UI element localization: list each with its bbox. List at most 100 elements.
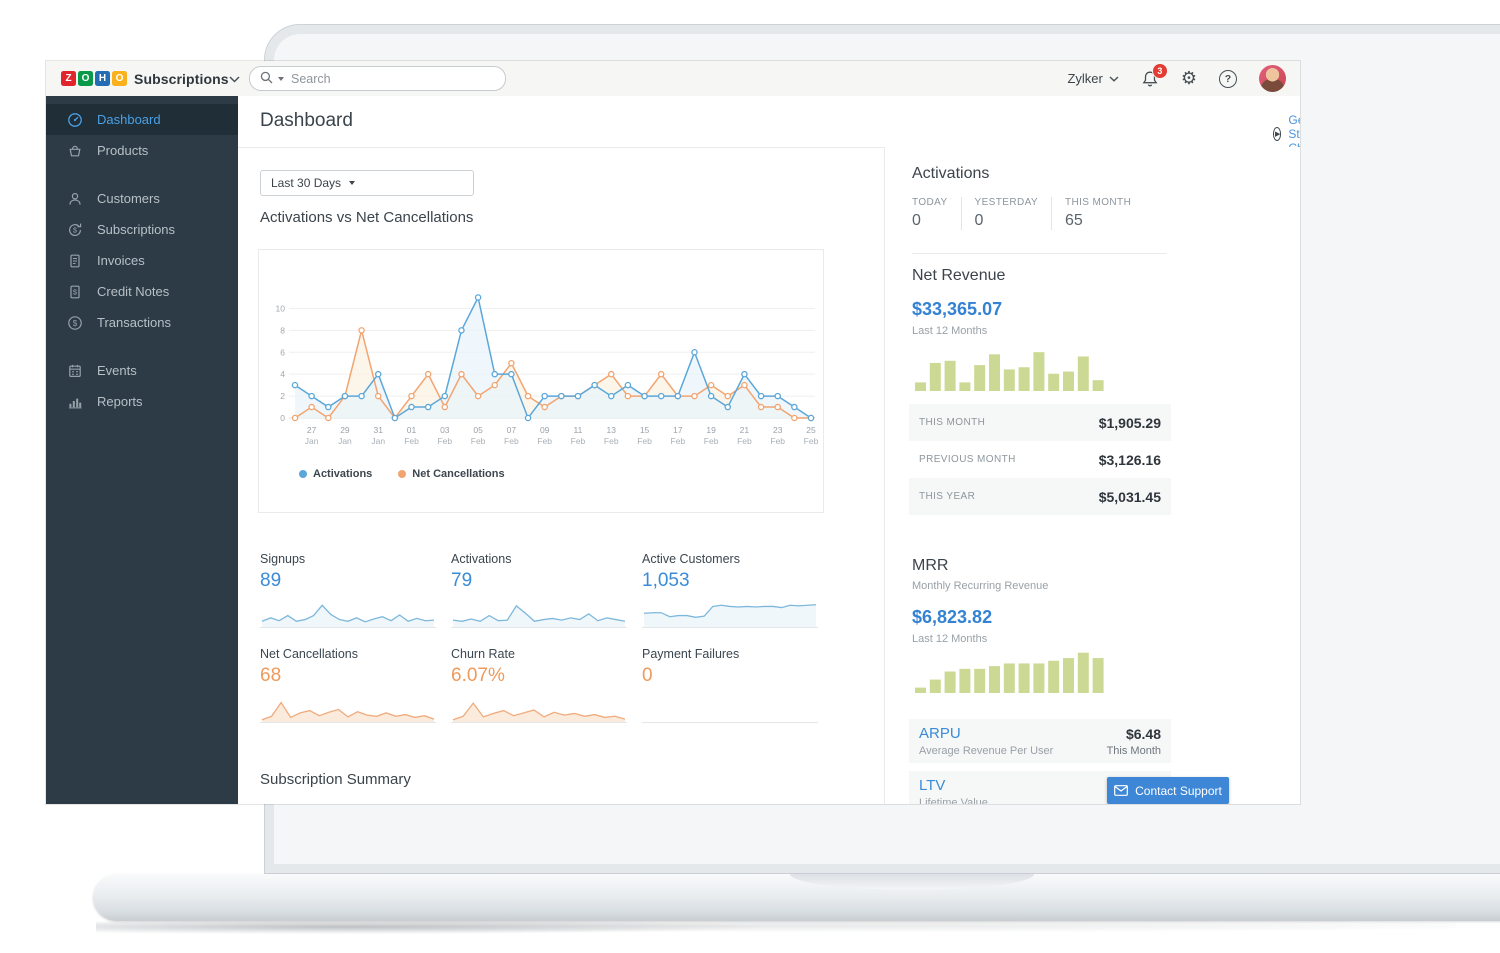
sidebar-item-transactions[interactable]: $ Transactions: [46, 307, 238, 338]
arpu-link[interactable]: ARPU: [919, 725, 1053, 742]
activations-stats-row: TODAY 0 YESTERDAY 0 THIS MONTH 65: [912, 197, 1157, 230]
sidebar-item-label: Customers: [97, 191, 160, 206]
svg-text:Feb: Feb: [537, 436, 552, 446]
sidebar-item-products[interactable]: Products: [46, 135, 238, 166]
svg-text:Feb: Feb: [671, 436, 686, 446]
svg-text:11: 11: [574, 425, 583, 435]
transactions-icon: $: [67, 315, 83, 331]
reports-icon: [67, 394, 83, 410]
chevron-down-icon: [349, 181, 356, 185]
divider: [912, 253, 1167, 254]
net-revenue-title: Net Revenue: [912, 267, 1006, 284]
stat-activations: Activations 79: [451, 552, 631, 629]
chart-section-title: Activations vs Net Cancellations: [260, 209, 474, 226]
active-customers-sparkline: [642, 604, 818, 628]
global-search[interactable]: [249, 66, 506, 91]
top-bar-actions: Zylker 3 ⚙ ?: [1067, 62, 1300, 92]
right-summary-panel: Activations TODAY 0 YESTERDAY 0 THIS MON…: [884, 147, 1300, 804]
svg-text:09: 09: [540, 425, 550, 435]
svg-text:$: $: [73, 287, 78, 296]
activations-today: TODAY 0: [912, 197, 962, 230]
svg-text:25: 25: [806, 425, 816, 435]
sidebar-item-events[interactable]: Events: [46, 355, 238, 386]
customers-icon: [67, 191, 83, 207]
subscription-summary-title: Subscription Summary: [260, 771, 411, 788]
svg-text:Feb: Feb: [471, 436, 486, 446]
svg-text:19: 19: [706, 425, 716, 435]
search-scope-caret-icon[interactable]: [278, 76, 284, 81]
sidebar-nav: Dashboard Products Customers $ Subscriptions…: [46, 96, 238, 804]
stat-churn-rate: Churn Rate 6.07%: [451, 647, 631, 724]
gear-icon: ⚙: [1180, 67, 1197, 89]
stat-signups: Signups 89: [260, 552, 440, 629]
legend-item-net-cancellations[interactable]: Net Cancellations: [398, 468, 505, 480]
activations-this-month: THIS MONTH 65: [1064, 197, 1132, 229]
net-revenue-row-this-month: THIS MONTH $1,905.29: [909, 404, 1171, 441]
org-name: Zylker: [1067, 71, 1103, 86]
help-button[interactable]: ?: [1219, 69, 1237, 88]
zoho-logo-tile: O: [112, 71, 127, 86]
svg-text:$: $: [73, 227, 77, 234]
zoho-logo-tile: O: [78, 71, 93, 86]
ltv-link[interactable]: LTV: [919, 777, 988, 794]
net-revenue-bar-chart: [915, 352, 1104, 391]
svg-text:8: 8: [280, 325, 285, 335]
zoho-logo-tile: Z: [61, 71, 76, 86]
svg-text:21: 21: [740, 425, 750, 435]
svg-text:Jan: Jan: [371, 436, 385, 446]
mrr-title: MRR: [912, 557, 949, 574]
svg-text:Jan: Jan: [305, 436, 319, 446]
period-filter-dropdown[interactable]: Last 30 Days: [260, 170, 474, 196]
settings-button[interactable]: ⚙: [1180, 67, 1197, 89]
svg-text:4: 4: [280, 369, 285, 379]
notifications-button[interactable]: 3: [1141, 62, 1168, 88]
search-input[interactable]: [289, 70, 495, 87]
sidebar-item-invoices[interactable]: Invoices: [46, 245, 238, 276]
org-product-switcher[interactable]: ZOHO Subscriptions: [46, 61, 240, 96]
mrr-subtitle: Monthly Recurring Revenue: [912, 580, 1049, 592]
page-header: Dashboard ▶ Getting Started Checklist: [238, 96, 1300, 155]
sidebar-item-label: Reports: [97, 394, 143, 409]
net-revenue-period: Last 12 Months: [912, 325, 988, 337]
activations-yesterday: YESTERDAY 0: [975, 197, 1052, 230]
notification-count-badge: 3: [1151, 62, 1168, 79]
contact-support-button[interactable]: Contact Support: [1107, 777, 1229, 804]
svg-text:Feb: Feb: [604, 436, 619, 446]
mrr-bar-chart: [915, 652, 1104, 693]
activations-sparkline: [451, 604, 627, 628]
activations-panel-title: Activations: [912, 165, 990, 182]
net-revenue-row-this-year: THIS YEAR $5,031.45: [909, 478, 1171, 515]
invoices-icon: [67, 253, 83, 269]
sidebar-item-label: Subscriptions: [97, 222, 176, 237]
credit-notes-icon: $: [67, 284, 83, 300]
legend-label: Net Cancellations: [412, 468, 505, 480]
org-dropdown[interactable]: Zylker: [1067, 71, 1119, 86]
net-revenue-amount: $33,365.07: [912, 299, 1003, 319]
arpu-row: ARPU Average Revenue Per User $6.48 This…: [909, 719, 1171, 763]
sidebar-item-customers[interactable]: Customers: [46, 183, 238, 214]
user-avatar[interactable]: [1259, 65, 1286, 92]
sidebar-item-subscriptions[interactable]: $ Subscriptions: [46, 214, 238, 245]
sidebar-item-credit-notes[interactable]: $ Credit Notes: [46, 276, 238, 307]
net-revenue-row-previous-month: PREVIOUS MONTH $3,126.16: [919, 451, 1161, 468]
search-icon: [260, 71, 273, 87]
svg-text:Jan: Jan: [338, 436, 352, 446]
subscriptions-icon: $: [67, 222, 83, 238]
envelope-icon: [1114, 785, 1129, 796]
product-name: Subscriptions: [134, 70, 229, 87]
sidebar-item-label: Transactions: [97, 315, 171, 330]
net-revenue-breakdown: THIS MONTH $1,905.29 PREVIOUS MONTH $3,1…: [909, 404, 1171, 515]
sidebar-item-label: Invoices: [97, 253, 145, 268]
app-window: ZOHO Subscriptions Zylker 3: [46, 61, 1300, 804]
top-bar: ZOHO Subscriptions Zylker 3: [46, 61, 1300, 97]
svg-text:15: 15: [640, 425, 650, 435]
sidebar-item-dashboard[interactable]: Dashboard: [46, 104, 238, 135]
stat-payment-failures: Payment Failures 0: [642, 647, 822, 724]
sidebar-item-label: Products: [97, 143, 149, 158]
legend-item-activations[interactable]: Activations: [299, 468, 372, 480]
legend-label: Activations: [313, 468, 373, 480]
chart-legend: Activations Net Cancellations: [299, 468, 505, 480]
svg-text:27: 27: [307, 425, 317, 435]
legend-dot-icon: [398, 470, 407, 478]
sidebar-item-reports[interactable]: Reports: [46, 386, 238, 417]
